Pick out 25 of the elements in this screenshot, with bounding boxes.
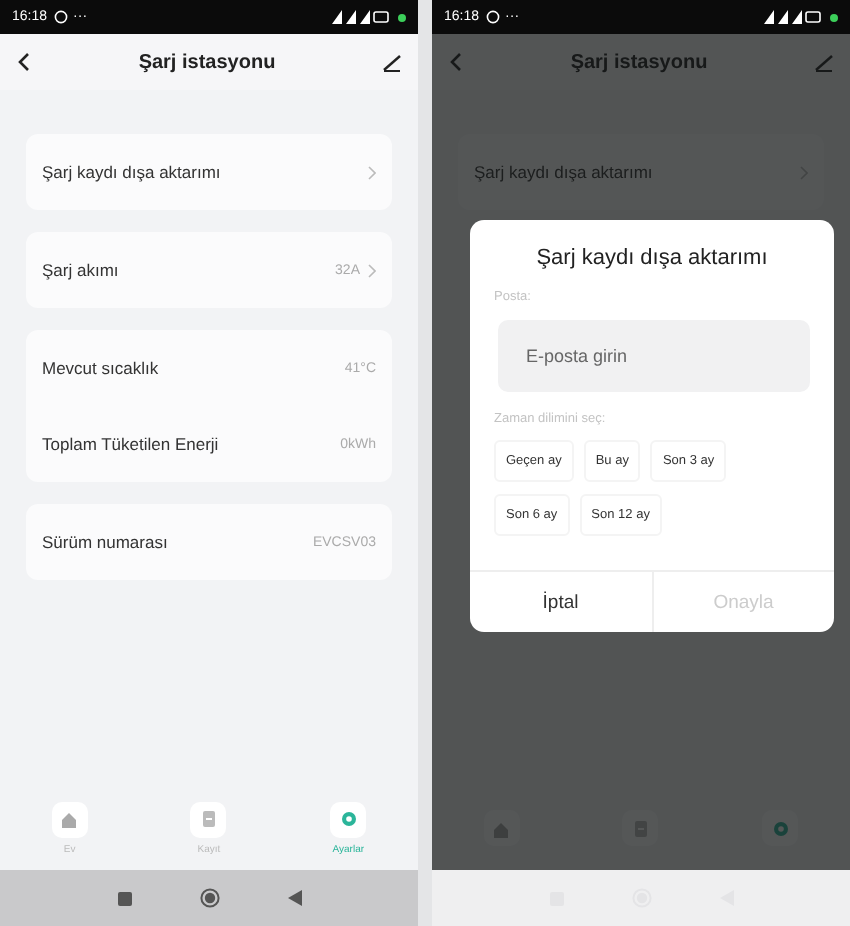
house-icon — [60, 810, 79, 828]
chevron-icon[interactable] — [368, 165, 376, 179]
row-label: Toplam Tüketilen Enerji — [42, 434, 221, 454]
cancel-button[interactable]: İptal — [470, 572, 651, 632]
home-button-icon[interactable] — [199, 888, 219, 908]
signal-icon — [764, 10, 824, 24]
row-label: Mevcut sıcaklık — [42, 358, 161, 378]
row-label: Şarj kaydı dışa aktarımı — [474, 162, 655, 182]
dialog-title: Şarj kaydı dışa aktarımı — [534, 246, 770, 270]
edit-icon[interactable] — [382, 52, 402, 72]
row-label: Şarj kaydı dışa aktarımı — [42, 162, 223, 182]
screen-title: Şarj istasyonu — [136, 51, 278, 73]
ring-icon — [339, 810, 358, 828]
chevron-icon[interactable] — [368, 263, 376, 277]
back-triangle-icon[interactable] — [287, 890, 301, 906]
status-dot-icon — [398, 13, 406, 21]
square-icon[interactable] — [117, 891, 131, 905]
status-dot-icon — [830, 13, 838, 21]
signal-icon — [332, 10, 392, 24]
document-icon — [199, 810, 218, 828]
email-field[interactable]: E-posta girin — [498, 320, 810, 392]
screen-title: Şarj istasyonu — [568, 51, 710, 73]
row-label: Şarj akımı — [42, 260, 121, 280]
row-label: Sürüm numarası — [42, 532, 170, 552]
back-icon[interactable] — [16, 52, 32, 72]
